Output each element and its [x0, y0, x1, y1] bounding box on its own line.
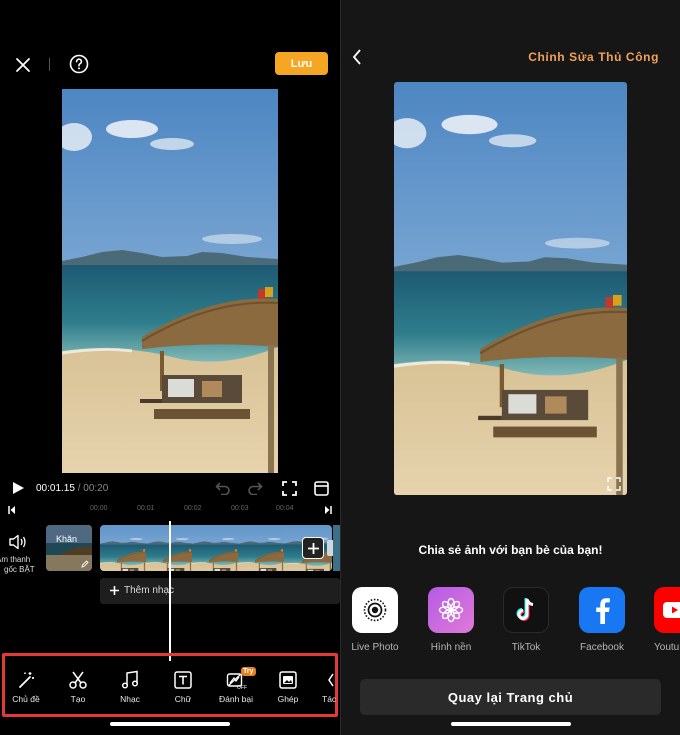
fullscreen-button[interactable]: [280, 479, 298, 497]
tiktok-icon: [516, 598, 534, 621]
tool-effects[interactable]: Tác: [316, 670, 340, 710]
share-facebook[interactable]: [579, 587, 625, 633]
tool-label: Ghép: [277, 694, 299, 704]
plus-icon: [110, 586, 119, 595]
plus-icon: [307, 542, 319, 554]
timeline-ruler[interactable]: 00:00 00:01 00:02 00:03 00:04: [0, 503, 340, 517]
tool-music[interactable]: Nhạc: [113, 670, 147, 710]
share-wallpaper[interactable]: [428, 587, 474, 633]
tool-label: Tạo: [70, 694, 86, 704]
beat-status: OFF: [237, 685, 247, 691]
playhead[interactable]: [169, 521, 171, 661]
add-music-button[interactable]: Thêm nhạc: [100, 578, 340, 604]
add-clip-button[interactable]: [302, 537, 324, 559]
tool-label: Chủ đề: [12, 694, 40, 704]
skip-end-icon: [325, 506, 332, 514]
ruler-tick: 00:01: [137, 505, 155, 512]
redo-button[interactable]: [246, 479, 264, 497]
save-button-label: Lưu: [290, 57, 313, 70]
home-indicator: [110, 722, 230, 726]
tool-label: Đánh bại: [218, 694, 254, 704]
speaker-icon: [9, 534, 26, 550]
share-label: Youtu: [654, 642, 680, 653]
close-button[interactable]: [12, 54, 34, 76]
share-label: Live Photo: [351, 642, 399, 653]
audio-label-line2: gốc BẬT: [4, 565, 35, 574]
video-preview[interactable]: [62, 89, 278, 473]
header-separator: [49, 58, 50, 71]
magic-wand-icon: [16, 670, 36, 690]
cover-label: Khăn: [56, 534, 78, 544]
back-to-home-button[interactable]: Quay lại Trang chủ: [360, 679, 661, 715]
result-preview[interactable]: [394, 82, 627, 495]
text-icon: [173, 670, 193, 690]
fullscreen-icon: [281, 480, 297, 496]
tool-beat[interactable]: Try OFF Đánh bại: [219, 667, 256, 710]
scissors-icon: [68, 670, 88, 690]
cover-thumbnail[interactable]: Khăn: [46, 525, 92, 571]
redo-icon: [248, 482, 263, 495]
undo-button[interactable]: [214, 479, 232, 497]
share-label: TikTok: [511, 642, 541, 653]
image-overlay-icon: [278, 670, 298, 690]
play-button[interactable]: [8, 478, 28, 498]
next-clip-preview: [333, 525, 340, 571]
question-circle-icon: [69, 54, 89, 74]
playback-bar: 00:01.15 / 00:20: [0, 473, 340, 503]
share-heading: Chia sẻ ảnh với bạn bè của bạn!: [418, 543, 603, 557]
live-photo-icon: [363, 598, 387, 622]
ruler-tick: 00:03: [231, 505, 249, 512]
facebook-icon: [596, 598, 610, 624]
tool-overlay[interactable]: Ghép: [271, 670, 305, 710]
manual-edit-link[interactable]: Chỉnh Sửa Thủ Công: [528, 50, 659, 64]
skip-start-icon: [8, 506, 15, 514]
editor-screen: Lưu 00:01.15 / 00:20 00:00 00:01 00:02 0…: [0, 0, 340, 735]
tool-text[interactable]: Chữ: [166, 670, 200, 710]
add-music-label: Thêm nhạc: [124, 585, 175, 596]
aspect-ratio-button[interactable]: [312, 479, 330, 497]
close-icon: [16, 58, 30, 72]
layout-icon: [313, 480, 329, 496]
ruler-tick: 00:02: [184, 505, 202, 512]
home-indicator: [451, 722, 571, 726]
share-screen: Chỉnh Sửa Thủ Công Chia sẻ ảnh với bạn b…: [341, 0, 680, 735]
back-to-home-label: Quay lại Trang chủ: [447, 689, 574, 705]
share-youtube[interactable]: [654, 587, 680, 633]
tool-label: Tác: [322, 694, 337, 704]
try-badge: Try: [241, 667, 256, 676]
undo-icon: [215, 482, 230, 495]
edit-pencil-icon: [81, 560, 89, 568]
youtube-icon: [663, 602, 680, 618]
tool-label: Nhạc: [120, 694, 140, 704]
wallpaper-flower-icon: [438, 597, 464, 623]
back-button[interactable]: [347, 46, 367, 68]
play-icon: [12, 482, 24, 494]
share-live-photo[interactable]: [352, 587, 398, 633]
share-tiktok[interactable]: [503, 587, 549, 633]
tool-theme[interactable]: Chủ đề: [9, 670, 43, 710]
help-button[interactable]: [68, 53, 90, 75]
video-clip-strip[interactable]: [100, 525, 332, 571]
chevron-left-icon: [352, 49, 361, 65]
share-label: Facebook: [580, 642, 624, 653]
effects-icon: [328, 670, 340, 690]
ruler-tick: 00:04: [276, 505, 294, 512]
tool-cut[interactable]: Tạo: [61, 670, 95, 710]
save-button[interactable]: Lưu: [275, 52, 328, 75]
original-audio-toggle[interactable]: Âm thanh gốc BẬT: [0, 530, 38, 576]
current-time: 00:01.15: [36, 483, 75, 494]
share-label: Hình nền: [430, 642, 472, 653]
live-photo-corner-icon: [607, 477, 621, 491]
audio-label-line1: Âm thanh: [0, 555, 31, 564]
ruler-tick: 00:00: [90, 505, 108, 512]
total-time: 00:20: [83, 483, 109, 494]
music-note-icon: [120, 670, 140, 690]
tool-label: Chữ: [174, 694, 192, 704]
